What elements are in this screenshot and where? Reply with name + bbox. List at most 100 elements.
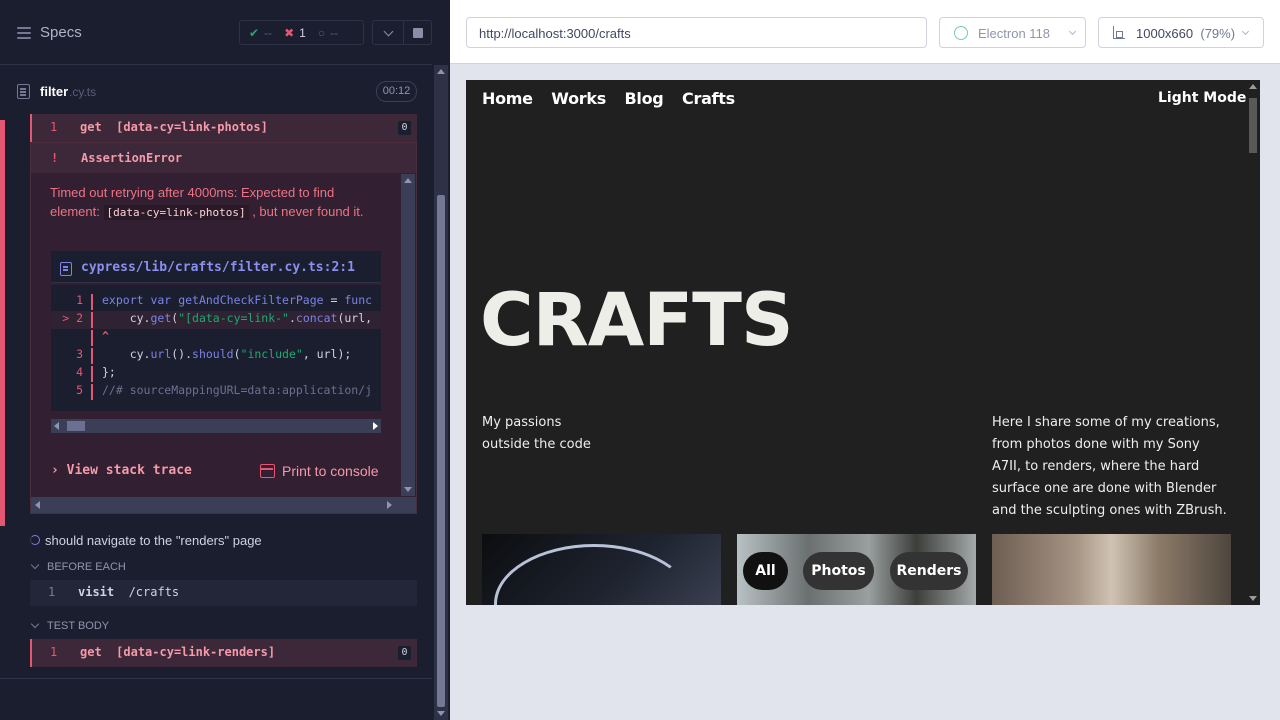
code-line: 3 cy.url().should("include", url); [51, 347, 381, 365]
chevron-down-icon [30, 619, 40, 629]
command-row[interactable]: 1 visit /crafts [30, 580, 417, 606]
viewport-selector[interactable]: 1000x660 (79%) [1098, 17, 1264, 48]
x-icon: ✖ [284, 25, 295, 40]
line-number: 1 [76, 293, 83, 307]
filter-all-button[interactable]: All [743, 552, 788, 590]
test-item[interactable]: should navigate to the "renders" page [30, 531, 417, 551]
line-number: 5 [76, 383, 83, 397]
code-text: ^ [102, 329, 109, 343]
filter-photos-button[interactable]: Photos [803, 552, 874, 590]
element-count-badge: 0 [398, 121, 411, 135]
failed-test-indicator [0, 120, 5, 526]
code-line: 4}; [51, 365, 381, 383]
ruler-icon [1113, 26, 1125, 39]
error-message: Timed out retrying after 4000ms: Expecte… [50, 185, 364, 220]
nav-link-blog[interactable]: Blog [625, 89, 664, 108]
viewport-label: 1000x660 (79%) [1136, 26, 1236, 41]
stop-button[interactable] [403, 20, 432, 45]
chevron-down-icon [1241, 27, 1250, 36]
document-icon [60, 262, 72, 276]
error-panel-hscrollbar[interactable] [31, 497, 416, 513]
element-count-badge: 0 [398, 646, 411, 660]
code-frame: 1 export var getAndCheckFilterPage = func… [51, 285, 381, 411]
error-panel-scrollbar[interactable] [401, 174, 415, 496]
command-log-panel: Specs ✔ -- ✖ 1 ○ -- filter .cy.ts 00:12 … [0, 0, 450, 720]
browser-selector[interactable]: Electron 118 [939, 17, 1086, 48]
electron-icon [954, 26, 968, 40]
runner-toolbar: http://localhost:3000/crafts Electron 11… [450, 0, 1280, 64]
page-description: Here I share some of my creations, from … [992, 415, 1227, 518]
divider [0, 678, 432, 679]
before-each-hook[interactable]: BEFORE EACH [30, 559, 417, 577]
command-row[interactable]: 1 get [data-cy=link-renders] 0 [30, 639, 417, 667]
filter-renders-button[interactable]: Renders [890, 552, 968, 590]
view-stack-trace-button[interactable]: › View stack trace [51, 463, 192, 478]
app-under-test-frame: Home Works Blog Crafts Light Mode CRAFTS… [466, 80, 1260, 605]
page-tagline: My passions outside the code [482, 415, 591, 452]
nav-link-home[interactable]: Home [482, 89, 533, 108]
code-line: ^ [51, 329, 381, 347]
url-bar[interactable]: http://localhost:3000/crafts [466, 17, 927, 48]
command-number: 1 [50, 120, 58, 134]
code-line: 5 //# sourceMappingURL=data:application/j [51, 383, 381, 401]
document-icon [17, 84, 30, 99]
code-text: cy.get("[data-cy=link-".concat(url, [102, 311, 373, 325]
menu-icon[interactable] [17, 27, 31, 39]
command-text: get [data-cy=link-photos] [80, 120, 268, 134]
line-number: > 2 [62, 311, 83, 325]
app-scrollbar[interactable] [1246, 80, 1260, 605]
passed-count: -- [264, 25, 273, 40]
error-selector: [data-cy=link-photos] [103, 204, 249, 220]
command-text: get [data-cy=link-renders] [80, 645, 276, 659]
error-title: AssertionError [81, 151, 183, 165]
command-number: 1 [48, 585, 56, 599]
failed-command-row[interactable]: 1 get [data-cy=link-photos] 0 [30, 114, 417, 142]
spec-file-row: filter .cy.ts [0, 76, 432, 108]
running-icon [30, 535, 40, 545]
command-log-scrollbar[interactable] [434, 65, 448, 720]
pending-count: -- [330, 25, 339, 40]
toggle-auto-scroll-button[interactable] [372, 20, 404, 45]
command-text: visit /crafts [78, 585, 180, 599]
nav-link-crafts[interactable]: Crafts [682, 89, 735, 108]
code-line: 1 export var getAndCheckFilterPage = func [51, 293, 381, 311]
reporter-header: Specs ✔ -- ✖ 1 ○ -- [0, 0, 432, 65]
duration-badge: 00:12 [376, 81, 417, 102]
code-frame-scrollbar[interactable] [51, 419, 381, 433]
command-number: 1 [50, 645, 58, 659]
test-body-section[interactable]: TEST BODY [30, 618, 417, 636]
code-text: export var getAndCheckFilterPage = func [102, 293, 373, 307]
error-file-link[interactable]: cypress/lib/crafts/filter.cy.ts:2:1 [51, 251, 381, 283]
test-title: should navigate to the "renders" page [45, 533, 262, 548]
check-icon: ✔ [249, 25, 260, 40]
specs-title[interactable]: Specs [40, 24, 82, 41]
error-header: ! AssertionError [31, 143, 416, 173]
chevron-right-icon: › [51, 463, 59, 478]
error-icon: ! [51, 151, 59, 165]
gallery-tile[interactable] [482, 534, 721, 605]
code-text: cy.url().should("include", url); [102, 347, 352, 361]
line-number: 4 [76, 365, 83, 379]
runner-panel: http://localhost:3000/crafts Electron 11… [450, 0, 1280, 720]
print-to-console-button[interactable]: Print to console [282, 463, 379, 479]
file-link-text[interactable]: cypress/lib/crafts/filter.cy.ts:2:1 [81, 260, 355, 275]
chevron-down-icon [30, 560, 40, 570]
error-panel: ! AssertionError Timed out retrying afte… [30, 142, 417, 514]
pending-icon: ○ [317, 25, 326, 40]
spec-file-name[interactable]: filter [40, 84, 68, 99]
gallery-tile[interactable] [992, 534, 1231, 605]
page-title: CRAFTS [480, 278, 794, 363]
site-nav: Home Works Blog Crafts [482, 89, 748, 108]
code-text: }; [102, 365, 116, 379]
code-text: //# sourceMappingURL=data:application/j [102, 383, 373, 397]
line-number: 3 [76, 347, 83, 361]
browser-label: Electron 118 [978, 26, 1051, 41]
theme-toggle[interactable]: Light Mode [1158, 90, 1246, 106]
chevron-down-icon [1068, 27, 1077, 36]
spec-file-ext: .cy.ts [69, 85, 97, 99]
failed-count: 1 [299, 25, 306, 40]
nav-link-works[interactable]: Works [551, 89, 606, 108]
test-stats: ✔ -- ✖ 1 ○ -- [239, 20, 364, 45]
terminal-icon[interactable] [260, 464, 275, 478]
code-line: > 2 cy.get("[data-cy=link-".concat(url, [51, 311, 381, 329]
